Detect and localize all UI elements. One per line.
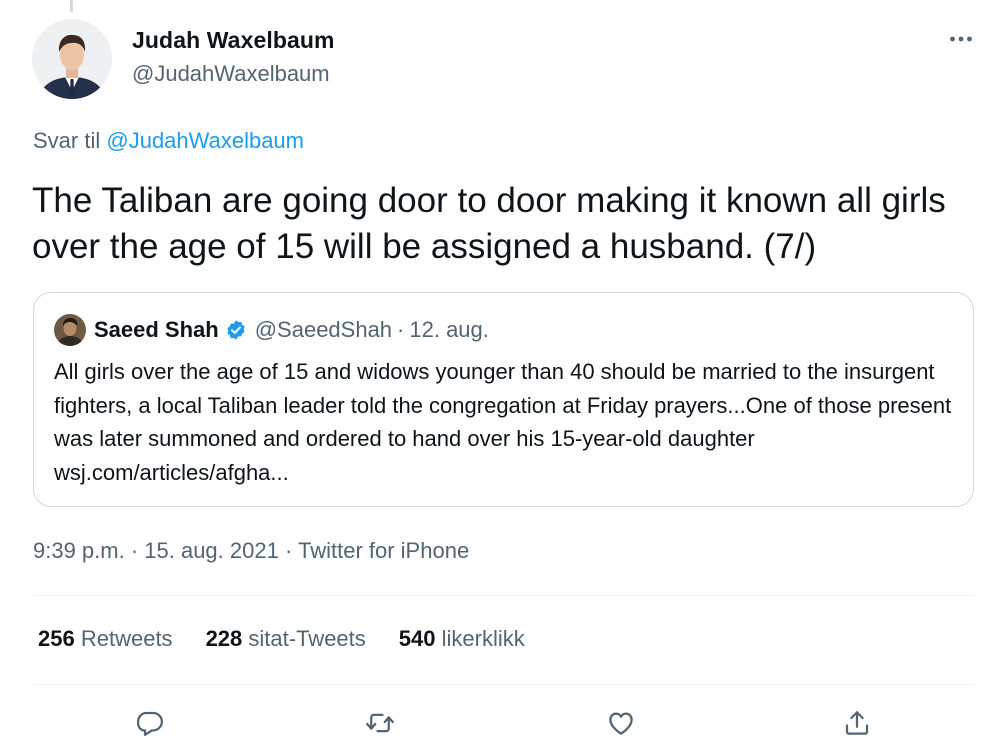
quote-tweets-label: sitat-Tweets	[248, 626, 366, 651]
reply-mention-link[interactable]: @JudahWaxelbaum	[106, 128, 304, 153]
tweet-detail: Judah Waxelbaum @JudahWaxelbaum Svar til…	[0, 0, 1000, 756]
divider	[33, 595, 974, 596]
quoted-author-avatar[interactable]	[54, 314, 86, 346]
author-name[interactable]: Judah Waxelbaum	[132, 27, 335, 54]
reply-prefix: Svar til	[33, 128, 101, 153]
engagement-stats: 256 Retweets 228 sitat-Tweets 540 likerk…	[38, 626, 558, 652]
reply-button[interactable]	[127, 700, 173, 746]
retweet-button[interactable]	[357, 700, 403, 746]
quote-tweets-stat[interactable]: 228 sitat-Tweets	[206, 626, 366, 652]
divider	[33, 684, 974, 685]
tweet-meta[interactable]: 9:39 p.m. · 15. aug. 2021 · Twitter for …	[33, 538, 469, 564]
likes-stat[interactable]: 540 likerklikk	[399, 626, 525, 652]
likes-label: likerklikk	[441, 626, 525, 651]
author-avatar[interactable]	[32, 19, 112, 99]
like-icon	[609, 712, 633, 735]
retweet-icon	[366, 713, 394, 733]
retweets-stat[interactable]: 256 Retweets	[38, 626, 173, 652]
share-button[interactable]	[834, 700, 880, 746]
retweets-count: 256	[38, 626, 75, 651]
quoted-tweet-card[interactable]: Saeed Shah @SaeedShah · 12. aug. All gir…	[33, 292, 974, 507]
more-options-button[interactable]	[944, 22, 978, 56]
quoted-author-handle[interactable]: @SaeedShah	[255, 317, 392, 343]
verified-badge-icon	[225, 319, 247, 341]
more-horizontal-icon	[950, 36, 972, 42]
quoted-tweet-header: Saeed Shah @SaeedShah · 12. aug.	[94, 317, 489, 343]
header-separator: ·	[397, 317, 405, 342]
quoted-author-name[interactable]: Saeed Shah	[94, 317, 219, 343]
quote-tweets-count: 228	[205, 626, 243, 651]
tweet-text: The Taliban are going door to door makin…	[32, 181, 946, 266]
share-icon	[845, 711, 869, 735]
thread-connector-line	[70, 0, 73, 12]
action-bar	[0, 700, 1000, 746]
likes-count: 540	[398, 626, 436, 651]
like-button[interactable]	[598, 700, 644, 746]
reply-context: Svar til @JudahWaxelbaum	[33, 128, 304, 154]
reply-icon	[137, 711, 163, 736]
quoted-tweet-text: All girls over the age of 15 and widows …	[54, 359, 952, 485]
retweets-label: Retweets	[80, 626, 173, 651]
author-handle[interactable]: @JudahWaxelbaum	[132, 61, 330, 87]
quoted-tweet-date[interactable]: 12. aug.	[409, 317, 489, 343]
